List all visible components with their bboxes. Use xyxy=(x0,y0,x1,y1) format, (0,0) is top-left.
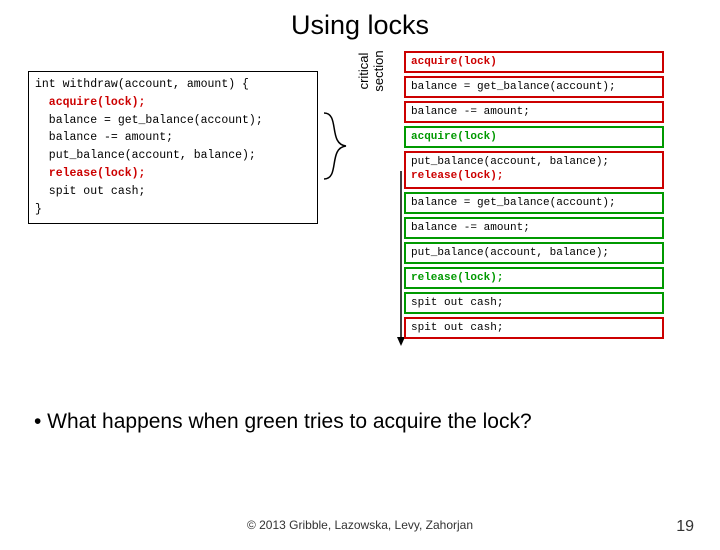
timeline-step: acquire(lock) xyxy=(404,126,664,148)
timeline: acquire(lock) balance = get_balance(accou… xyxy=(404,51,704,342)
code-box: int withdraw(account, amount) { acquire(… xyxy=(28,71,318,224)
timeline-step: put_balance(account, balance); xyxy=(404,242,664,264)
timeline-step: put_balance(account, balance);release(lo… xyxy=(404,151,664,189)
code-line: release(lock); xyxy=(35,165,311,183)
code-line: spit out cash; xyxy=(35,183,311,201)
code-line: acquire(lock); xyxy=(35,94,311,112)
page-number: 19 xyxy=(676,518,694,536)
timeline-step: spit out cash; xyxy=(404,292,664,314)
copyright: © 2013 Gribble, Lazowska, Levy, Zahorjan xyxy=(0,518,720,532)
timeline-step: balance -= amount; xyxy=(404,217,664,239)
timeline-step: spit out cash; xyxy=(404,317,664,339)
timeline-step: balance -= amount; xyxy=(404,101,664,123)
code-line: int withdraw(account, amount) { xyxy=(35,76,311,94)
critical-section-label: critical section xyxy=(356,36,386,106)
timeline-step: acquire(lock) xyxy=(404,51,664,73)
timeline-step: release(lock); xyxy=(404,267,664,289)
diagram-area: int withdraw(account, amount) { acquire(… xyxy=(0,51,720,391)
timeline-step: balance = get_balance(account); xyxy=(404,76,664,98)
bullet-question: • What happens when green tries to acqui… xyxy=(34,410,532,434)
code-line: balance -= amount; xyxy=(35,129,311,147)
code-line: balance = get_balance(account); xyxy=(35,112,311,130)
critical-section-brace xyxy=(320,111,370,181)
timeline-step: balance = get_balance(account); xyxy=(404,192,664,214)
code-line: } xyxy=(35,201,311,219)
code-line: put_balance(account, balance); xyxy=(35,147,311,165)
